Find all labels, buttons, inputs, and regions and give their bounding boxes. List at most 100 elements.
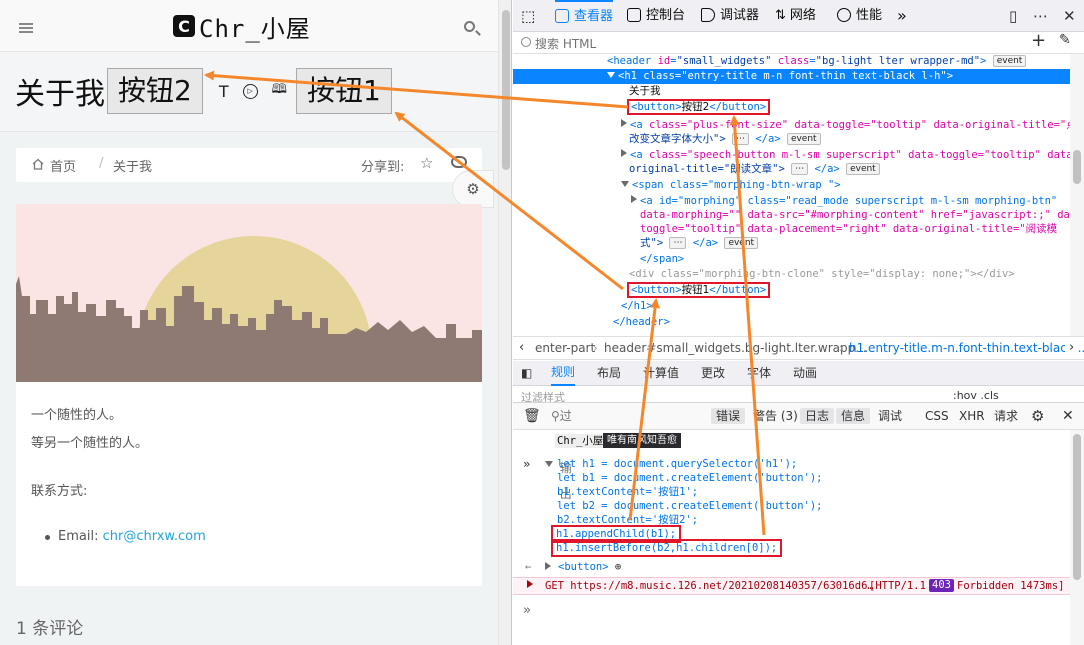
- error-expand-icon[interactable]: [527, 578, 536, 594]
- scrollbar-thumb[interactable]: [1073, 434, 1081, 580]
- console-filter-input[interactable]: ⚲ 过滤输出: [551, 403, 572, 501]
- read-mode-icon[interactable]: 🕮: [272, 80, 287, 102]
- filter-logs[interactable]: 日志: [800, 408, 835, 424]
- tooltip: 唯有南风知吾愈: [603, 433, 681, 448]
- node-a-speech[interactable]: <a class="speech-button m-l-sm superscri…: [621, 148, 1070, 163]
- page-scrollbar[interactable]: [498, 0, 511, 645]
- font-size-icon[interactable]: T: [219, 82, 229, 101]
- crumb-item[interactable]: enter-part: [535, 337, 595, 359]
- tab-animations[interactable]: 动画: [793, 361, 817, 386]
- tab-computed[interactable]: 计算值: [643, 361, 679, 386]
- code-line-2: let b1 = document.createElement('button'…: [557, 472, 823, 484]
- menu-icon[interactable]: [19, 23, 33, 33]
- tab-debugger[interactable]: 调试器: [701, 0, 759, 32]
- status-badge: 403: [929, 579, 954, 592]
- button-2[interactable]: 按钮2: [107, 68, 203, 114]
- node-a-morphing[interactable]: <a id="morphing" class="read_mode supers…: [631, 194, 1057, 209]
- scrollbar-thumb[interactable]: [1073, 150, 1081, 184]
- crumb-item-selected[interactable]: h1.entry-title.m-n.font-thin.text-black.…: [849, 337, 1084, 359]
- filter-warnings[interactable]: 警告 (3): [753, 403, 798, 429]
- title-section: 关于我 按钮2 T ▷ 🕮 按钮1: [0, 52, 498, 132]
- node-span-morphing[interactable]: <span class="morphing-btn-wrap ">: [621, 178, 841, 193]
- crumb-prev-icon[interactable]: ‹: [519, 337, 524, 359]
- node-div-clone[interactable]: <div class="morphing-btn-clone" style="d…: [629, 267, 1015, 282]
- breadcrumb-separator: /: [99, 156, 104, 171]
- eyedropper-icon[interactable]: ✎: [1059, 32, 1071, 48]
- node-header[interactable]: <header id="small_widgets" class="bg-lig…: [607, 54, 1027, 69]
- node-a-morphing-4: 式"> ⋯ </a> event: [640, 236, 759, 251]
- page-title: 关于我 按钮2 T ▷ 🕮 按钮1: [15, 68, 392, 114]
- post-card: 一个随性的人。 等另一个随性的人。 联系方式: Email: chr@chrxw…: [16, 204, 482, 586]
- settings-gear-icon[interactable]: ⚙: [452, 170, 494, 208]
- node-a-plus-font-cont: 改变文章字体大小"> ⋯ </a> event: [629, 132, 821, 147]
- eye-icon[interactable]: [451, 156, 467, 168]
- node-button-2[interactable]: <button>按钮2</button>: [626, 99, 771, 115]
- close-devtools-icon[interactable]: ✕: [1063, 0, 1076, 32]
- node-a-plus-font[interactable]: <a class="plus-font-size" data-toggle="t…: [621, 118, 1070, 133]
- star-icon[interactable]: ☆: [420, 154, 433, 172]
- toggle-sidebar-icon[interactable]: ◧: [521, 361, 532, 386]
- event-badge[interactable]: event: [992, 55, 1027, 67]
- filter-requests[interactable]: 请求: [994, 403, 1018, 429]
- banner-image: [16, 204, 482, 382]
- tab-network[interactable]: ⇅ 网络: [775, 0, 816, 32]
- add-node-icon[interactable]: +: [1031, 30, 1046, 51]
- trash-icon[interactable]: 🗑: [523, 403, 541, 429]
- options-menu-icon[interactable]: ⋯: [1033, 0, 1048, 32]
- email-link[interactable]: chr@chrxw.com: [103, 529, 206, 544]
- event-badge[interactable]: event: [786, 133, 821, 145]
- console-input-prompt[interactable]: »: [523, 604, 531, 618]
- tab-inspector[interactable]: 查看器: [555, 0, 614, 32]
- node-a-morphing-3: toggle="tooltip" data-placement="right" …: [640, 223, 1058, 235]
- tab-changes[interactable]: 更改: [701, 361, 725, 386]
- expand-icon[interactable]: [545, 458, 556, 472]
- filter-debug[interactable]: 调试: [878, 403, 902, 429]
- rules-panel-tabs: ◧ 规则 布局 计算值 更改 字体 动画: [513, 361, 1084, 386]
- node-button-1[interactable]: <button>按钮1</button>: [626, 282, 771, 298]
- node-h1-selected[interactable]: <h1 class="entry-title m-n font-thin tex…: [513, 69, 1070, 84]
- tab-layout[interactable]: 布局: [597, 361, 621, 386]
- site-logo[interactable]: C Chr_小屋: [173, 12, 311, 43]
- console-toolbar: 🗑 ⚲ 过滤输出 错误 警告 (3) 日志 信息 调试 CSS XHR 请求 ⚙…: [513, 402, 1084, 501]
- search-icon[interactable]: [464, 21, 475, 32]
- filter-errors[interactable]: 错误: [711, 408, 746, 424]
- node-a-speech-cont: original-title="朗读文章"> ⋯ </a> event: [629, 162, 880, 177]
- console-scrollbar[interactable]: [1070, 430, 1084, 645]
- result-node[interactable]: <button> ⊕: [558, 560, 621, 574]
- crumb-next-icon[interactable]: ›: [1065, 337, 1079, 359]
- event-badge[interactable]: event: [846, 163, 880, 175]
- speech-icon[interactable]: ▷: [242, 83, 258, 99]
- button-1[interactable]: 按钮1: [295, 68, 392, 114]
- scrollbar-thumb[interactable]: [502, 10, 510, 170]
- markup-scrollbar[interactable]: [1070, 54, 1084, 336]
- email-label: Email:: [58, 529, 99, 544]
- comments-heading: 1 条评论: [16, 619, 84, 639]
- node-text-about[interactable]: 关于我: [629, 84, 661, 99]
- rules-filter-input[interactable]: 过滤样式: [521, 389, 565, 402]
- close-console-icon[interactable]: ✕: [1062, 403, 1074, 429]
- rules-pseudo-toggles[interactable]: :hov .cls: [953, 389, 999, 402]
- result-expand-icon[interactable]: [545, 561, 554, 575]
- event-badge[interactable]: event: [724, 237, 759, 249]
- filter-xhr[interactable]: XHR: [959, 403, 985, 429]
- tab-rules[interactable]: 规则: [551, 361, 576, 386]
- code-line-4: let b2 = document.createElement('button'…: [557, 500, 823, 512]
- tab-fonts[interactable]: 字体: [747, 361, 771, 386]
- markup-breadcrumbs: ‹ enter-part › header#small_widgets.bg-l…: [513, 336, 1084, 360]
- responsive-icon[interactable]: ▯: [1009, 0, 1017, 32]
- code-line-5: b2.textContent='按钮2';: [557, 514, 699, 526]
- console-context: Chr_小屋: [555, 434, 606, 448]
- html-search-input[interactable]: 搜索 HTML: [535, 35, 596, 52]
- console-settings-icon[interactable]: ⚙: [1031, 403, 1044, 429]
- network-error-row[interactable]: GET https://m8.music.126.net/20210208140…: [513, 577, 1070, 595]
- pick-element-icon[interactable]: ⬚: [521, 0, 535, 32]
- more-tabs-button[interactable]: »: [897, 0, 907, 32]
- filter-info[interactable]: 信息: [836, 408, 871, 424]
- breadcrumb-home[interactable]: 首页: [50, 156, 76, 175]
- tab-console[interactable]: 控制台: [627, 0, 685, 32]
- filter-css[interactable]: CSS: [925, 403, 949, 429]
- crumb-item[interactable]: header#small_widgets.bg-light.lter.wrapp…: [604, 337, 867, 359]
- prompt-icon: »: [523, 457, 531, 471]
- tab-performance[interactable]: 性能: [837, 0, 882, 32]
- code-line-1: let h1 = document.querySelector('h1');: [557, 458, 798, 470]
